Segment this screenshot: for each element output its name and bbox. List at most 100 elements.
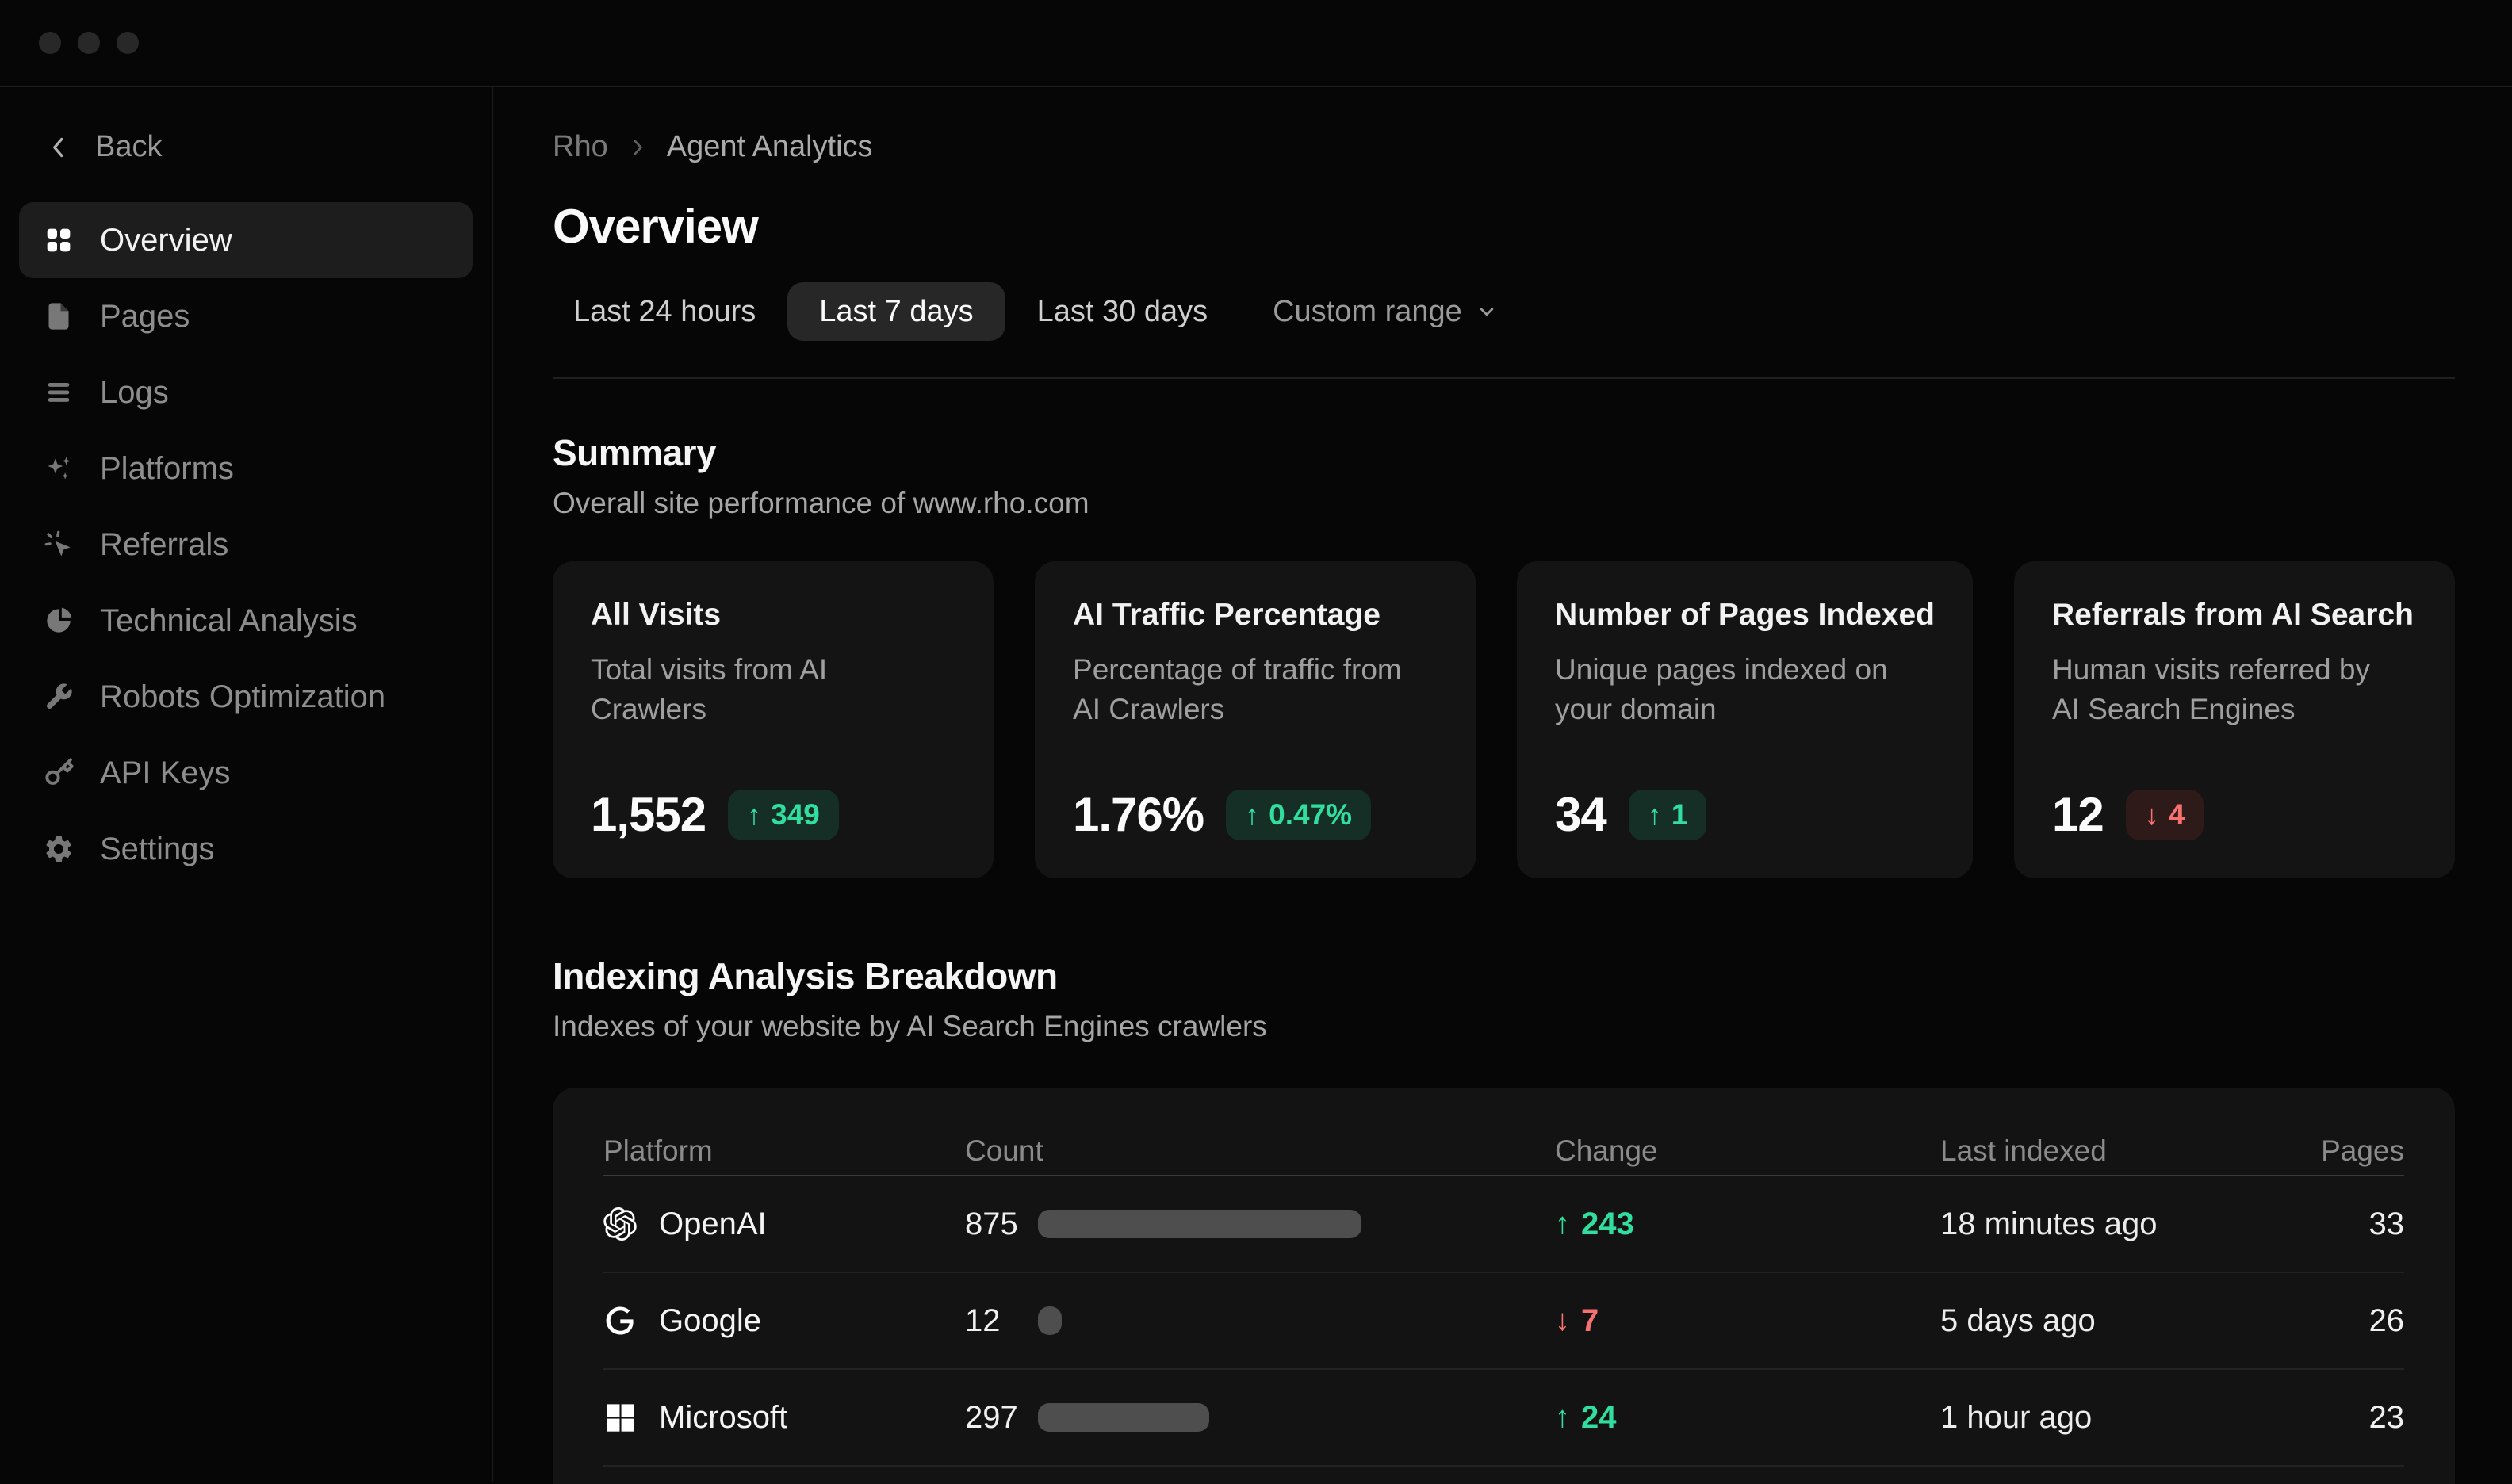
stat-card-ai-traffic-percentage: AI Traffic Percentage Percentage of traf… [1035,561,1476,878]
wrench-icon [43,681,75,713]
count-cell: 875 [965,1207,1555,1242]
table-row-microsoft: Microsoft 297 ↑ 24 1 hour ago 23 [603,1370,2404,1467]
stat-card-description: Unique pages indexed on your domain [1555,650,1907,729]
delta-value: 4 [2169,798,2185,832]
last-indexed-cell: 18 minutes ago [1940,1207,2293,1242]
grid-icon [43,224,75,256]
page-title: Overview [553,199,2455,254]
delta-badge: ↑ 0.47% [1226,790,1371,840]
sidebar-item-label: Logs [100,375,169,411]
count-value: 12 [965,1303,1038,1339]
stat-card-title: Number of Pages Indexed [1555,598,1935,633]
window-titlebar [0,0,2512,87]
table-row-google: Google 12 ↓ 7 5 days ago 26 [603,1273,2404,1370]
sidebar: Back Overview Pages Logs [0,87,493,1482]
delta-badge: ↑ 1 [1629,790,1707,840]
table-header-row: Platform Count Change Last indexed Pages [603,1088,2404,1175]
sidebar-nav: Overview Pages Logs Platforms [19,202,473,887]
sidebar-item-overview[interactable]: Overview [19,202,473,278]
sidebar-item-api-keys[interactable]: API Keys [19,735,473,811]
stat-card-value: 1.76% [1073,787,1204,842]
platform-name: OpenAI [659,1207,767,1242]
stat-card-description: Human visits referred by AI Search Engin… [2052,650,2404,729]
table-row-openai: OpenAI 875 ↑ 243 18 minutes ago 33 [603,1176,2404,1273]
stat-card-value: 1,552 [591,787,706,842]
chevron-right-icon [626,136,649,159]
file-icon [43,300,75,332]
count-bar [1038,1210,1361,1238]
stat-card-title: All Visits [591,598,955,633]
column-header-last-indexed: Last indexed [1940,1134,2293,1168]
sidebar-item-label: API Keys [100,755,231,791]
delta-value: 1 [1671,798,1688,832]
delta-badge: ↓ 4 [2126,790,2204,840]
stat-card-title: AI Traffic Percentage [1073,598,1438,633]
sidebar-item-label: Settings [100,832,215,867]
summary-subtitle: Overall site performance of www.rho.com [553,487,2455,520]
back-button[interactable]: Back [44,130,473,164]
pie-chart-icon [43,605,75,637]
change-cell: ↑ 24 [1555,1400,1940,1436]
delta-badge: ↑ 349 [728,790,839,840]
breadcrumb-current: Agent Analytics [667,130,873,164]
back-label: Back [95,130,162,164]
stat-card-all-visits: All Visits Total visits from AI Crawlers… [553,561,994,878]
tab-last-7-days[interactable]: Last 7 days [787,282,1005,341]
tab-last-24-hours[interactable]: Last 24 hours [553,282,776,341]
tab-last-30-days[interactable]: Last 30 days [1017,282,1228,341]
sidebar-item-pages[interactable]: Pages [19,278,473,354]
count-bar [1038,1403,1209,1432]
delta-arrow-icon: ↑ [1245,798,1259,832]
delta-arrow-icon: ↓ [1555,1304,1570,1338]
breadcrumb-root[interactable]: Rho [553,130,608,164]
sidebar-item-label: Overview [100,223,232,258]
platform-cell: OpenAI [603,1207,965,1242]
indexing-section: Indexing Analysis Breakdown Indexes of y… [553,954,2455,1484]
summary-cards: All Visits Total visits from AI Crawlers… [553,561,2455,878]
microsoft-logo-icon [603,1401,637,1434]
last-indexed-cell: 1 hour ago [1940,1400,2293,1436]
stat-card-title: Referrals from AI Search [2052,598,2417,633]
indexing-table: Platform Count Change Last indexed Pages… [553,1088,2455,1484]
stat-card-description: Total visits from AI Crawlers [591,650,943,729]
chevron-left-icon [44,133,73,162]
delta-arrow-icon: ↑ [1555,1401,1570,1435]
google-logo-icon [603,1304,637,1337]
sidebar-item-settings[interactable]: Settings [19,811,473,887]
platform-name: Google [659,1303,761,1339]
list-icon [43,377,75,408]
window-control-dot[interactable] [117,32,139,54]
breadcrumb: Rho Agent Analytics [553,130,2455,164]
count-bar [1038,1306,1062,1335]
sidebar-item-referrals[interactable]: Referrals [19,507,473,583]
stat-card-value-row: 1,552 ↑ 349 [591,787,955,842]
delta-value: 0.47% [1269,798,1352,832]
chevron-down-icon [1475,300,1499,323]
count-value: 875 [965,1207,1038,1242]
pages-cell: 33 [2293,1207,2404,1242]
stat-card-value: 34 [1555,787,1606,842]
sparkles-icon [43,453,75,484]
platform-name: Microsoft [659,1400,787,1436]
sidebar-item-logs[interactable]: Logs [19,354,473,430]
stat-card-value-row: 34 ↑ 1 [1555,787,1935,842]
custom-range-dropdown[interactable]: Custom range [1252,282,1519,341]
sidebar-item-robots-optimization[interactable]: Robots Optimization [19,659,473,735]
sidebar-item-technical-analysis[interactable]: Technical Analysis [19,583,473,659]
delta-arrow-icon: ↑ [1648,798,1662,832]
change-cell: ↑ 243 [1555,1207,1940,1242]
platform-cell: Google [603,1303,965,1339]
delta-arrow-icon: ↑ [747,798,761,832]
sidebar-item-label: Platforms [100,451,234,487]
custom-range-label: Custom range [1273,295,1462,329]
platform-cell: Microsoft [603,1400,965,1436]
window-control-dot[interactable] [78,32,100,54]
time-range-tabs: Last 24 hours Last 7 days Last 30 days C… [553,282,2455,341]
window-control-dot[interactable] [39,32,61,54]
change-value: 7 [1581,1303,1599,1339]
column-header-count: Count [965,1134,1555,1168]
sidebar-item-label: Pages [100,299,190,335]
sidebar-item-label: Referrals [100,527,228,563]
sidebar-item-platforms[interactable]: Platforms [19,430,473,507]
stat-card-value: 12 [2052,787,2104,842]
